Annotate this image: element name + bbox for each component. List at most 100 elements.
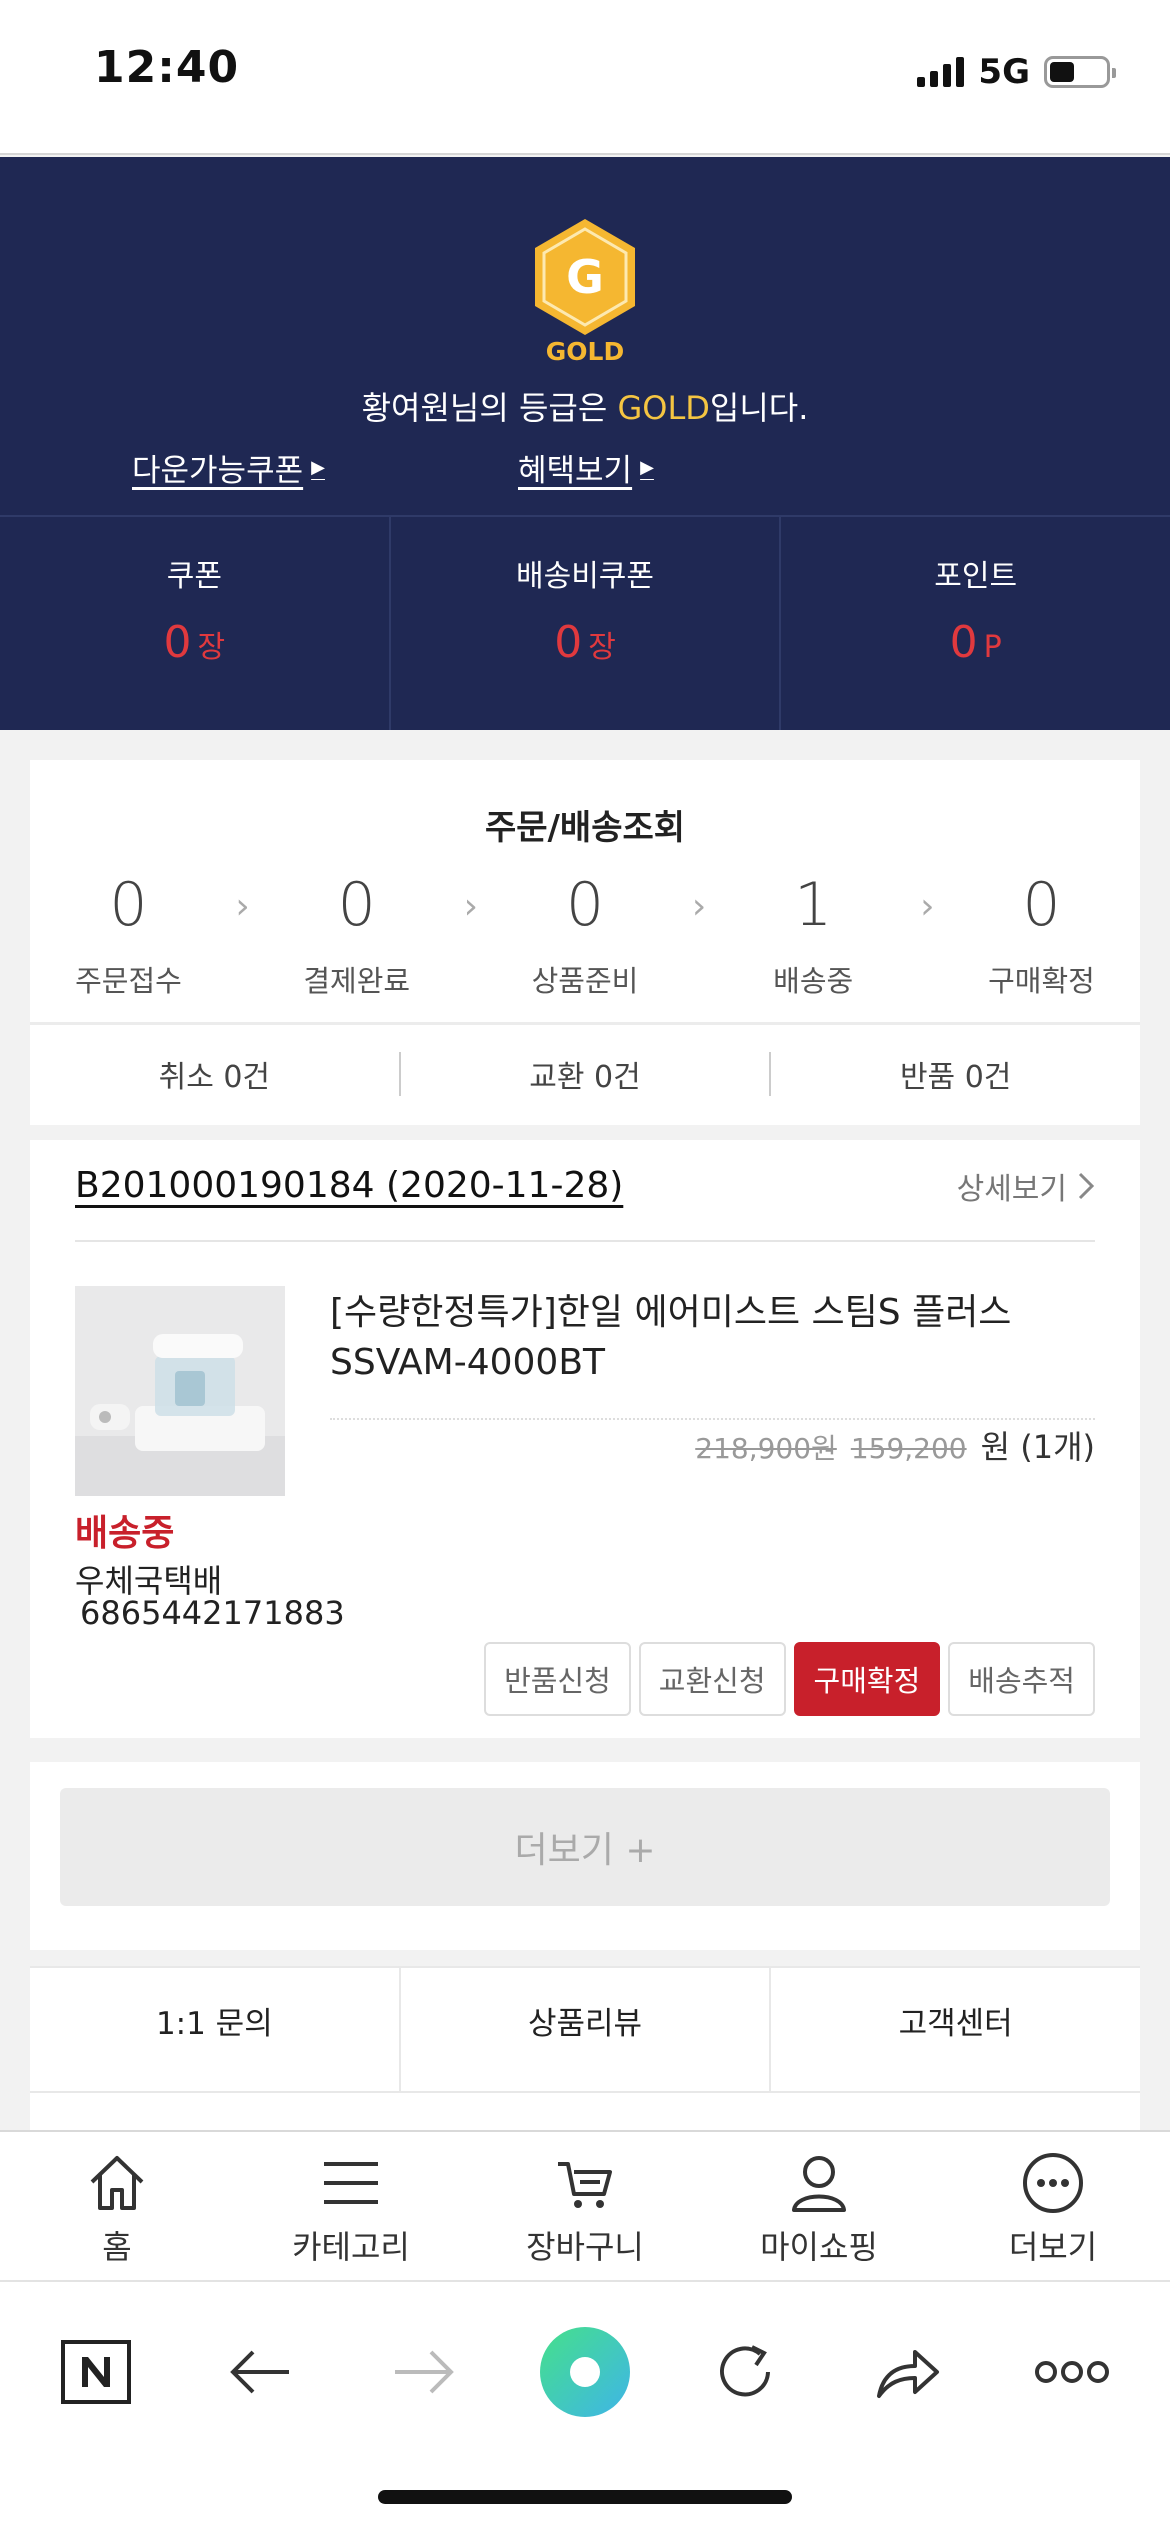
reload-button[interactable] [695,2322,795,2422]
arrow-right-icon [395,2350,454,2394]
price-unit-qty: 원 (1개) [980,1428,1095,1466]
tab-label: 카테고리 [292,2228,410,2266]
tracking-number[interactable]: 6865442171883 [80,1594,345,1632]
product-name[interactable]: [수량한정특가]한일 에어미스트 스팀S 플러스 SSVAM-4000BT [330,1288,1090,1388]
tab-home[interactable]: 홈 [0,2132,234,2280]
tab-label: 장바구니 [526,2228,644,2266]
status-bar: 12:40 5G [0,0,1170,155]
ellipsis-icon [1035,2361,1109,2383]
claim-exchange[interactable]: 교환 0건 [401,1051,772,1096]
tab-more[interactable]: 더보기 [936,2132,1170,2280]
home-indicator[interactable] [378,2490,792,2504]
benefit-stats: 쿠폰 0장 배송비쿠폰 0장 포인트 0P [0,515,1170,730]
list-price: 218,900원 [695,1432,837,1465]
tab-label: 더보기 [1008,2228,1098,2266]
stat-unit: P [983,630,1002,665]
menu-inquiry[interactable]: 1:1 문의 [30,1968,401,2093]
divider [30,1738,1140,1762]
more-icon [1023,2153,1083,2213]
step-payment-complete[interactable]: 0 결제완료 [267,870,447,1000]
status-icons: 5G [917,52,1116,92]
order-steps: 0 주문접수 › 0 결제완료 › 0 상품준비 › 1 배송중 › 0 구매확정 [30,870,1140,1000]
track-delivery-button[interactable]: 배송추적 [948,1642,1095,1716]
stat-label: 배송비쿠폰 [516,559,654,594]
stat-number: 0 [163,617,192,668]
refresh-icon [720,2345,770,2397]
stat-points[interactable]: 포인트 0P [781,517,1170,730]
benefits-link[interactable]: 혜택보기 ▶ [518,445,654,490]
tab-my-shopping[interactable]: 마이쇼핑 [702,2132,936,2280]
order-status-title: 주문/배송조회 [484,808,686,848]
claims-row: 취소 0건 교환 0건 반품 0건 [30,1022,1140,1122]
step-count: 0 [1022,870,1061,940]
naver-home-button[interactable] [46,2322,146,2422]
order-item-card: B201000190184 (2020-11-28) 상세보기 [수량한정특가]… [30,1140,1140,1950]
greendot-button[interactable] [535,2322,635,2422]
confirm-purchase-button[interactable]: 구매확정 [793,1642,941,1716]
grade-message-grade: GOLD [617,389,710,427]
sale-price: 159,200 [850,1432,967,1465]
step-label: 구매확정 [988,964,1095,998]
share-button[interactable] [858,2322,958,2422]
grade-message: 황여원님의 등급은 GOLD입니다. [0,383,1170,429]
chevron-right-icon: › [691,886,707,927]
delivery-status: 배송중 [75,1513,175,1554]
chevron-right-icon: › [235,886,250,927]
stat-coupon[interactable]: 쿠폰 0장 [0,517,391,730]
benefits-link-label: 혜택보기 [518,453,633,489]
status-time: 12:40 [94,42,240,93]
step-label: 주문접수 [75,964,182,998]
naver-n-icon [61,2340,131,2404]
grade-message-prefix: 황여원님의 등급은 [361,389,618,427]
order-number-link[interactable]: B201000190184 (2020-11-28) [75,1165,623,1206]
stat-number: 0 [949,617,978,668]
step-shipping[interactable]: 1 배송중 [723,870,903,1000]
menu-icon [324,2162,378,2204]
step-purchase-confirmed[interactable]: 0 구매확정 [951,870,1131,1000]
grade-message-suffix: 입니다. [709,389,809,427]
menu-product-reviews[interactable]: 상품리뷰 [400,1968,772,2093]
load-more-button[interactable]: 더보기 + [60,1788,1110,1906]
claim-return[interactable]: 반품 0건 [771,1052,1140,1096]
step-label: 결제완료 [303,964,411,998]
home-icon [90,2156,144,2210]
cart-icon [558,2162,612,2208]
menu-customer-center[interactable]: 고객센터 [771,1968,1141,2093]
more-options-button[interactable] [1022,2322,1122,2422]
forward-button[interactable] [374,2322,474,2422]
tab-category[interactable]: 카테고리 [234,2132,468,2280]
step-preparing[interactable]: 0 상품준비 [495,870,675,1000]
green-dot-icon [540,2327,630,2417]
view-details-link[interactable]: 상세보기 [957,1164,1095,1208]
product-thumbnail[interactable] [75,1286,285,1496]
stat-label: 쿠폰 [166,559,222,594]
step-order-received[interactable]: 0 주문접수 [38,870,218,1000]
tab-label: 홈 [102,2228,132,2266]
stat-unit: 장 [197,630,226,665]
caret-right-icon: ▶ [640,457,654,478]
grade-panel: G GOLD 황여원님의 등급은 GOLD입니다. 다운가능쿠폰 ▶ 혜택보기 ▶ … [0,157,1170,730]
back-button[interactable] [210,2322,310,2422]
arrow-left-icon [230,2350,289,2394]
exchange-request-button[interactable]: 교환신청 [638,1642,786,1716]
tab-cart[interactable]: 장바구니 [468,2132,702,2280]
step-count: 0 [565,870,605,940]
step-label: 배송중 [773,964,854,998]
stat-label: 포인트 [934,559,1018,594]
claim-cancel[interactable]: 취소 0건 [30,1051,401,1096]
downloadable-coupon-link[interactable]: 다운가능쿠폰 ▶ [132,445,325,490]
svg-text:G: G [566,250,604,304]
share-icon [877,2350,939,2398]
tab-label: 마이쇼핑 [760,2228,878,2266]
caret-right-icon: ▶ [311,457,325,478]
support-menu: 1:1 문의 상품리뷰 고객센터 [30,1966,1141,2130]
stat-shipping-coupon[interactable]: 배송비쿠폰 0장 [391,517,782,730]
battery-icon [1044,56,1116,88]
stat-unit: 장 [588,630,616,665]
humidifier-product-image [75,1286,285,1496]
return-request-button[interactable]: 반품신청 [484,1642,631,1716]
step-label: 상품준비 [531,964,639,998]
network-type: 5G [978,52,1030,92]
order-actions: 반품신청 교환신청 구매확정 배송추적 [484,1642,1095,1716]
chevron-right-icon: › [920,886,935,927]
